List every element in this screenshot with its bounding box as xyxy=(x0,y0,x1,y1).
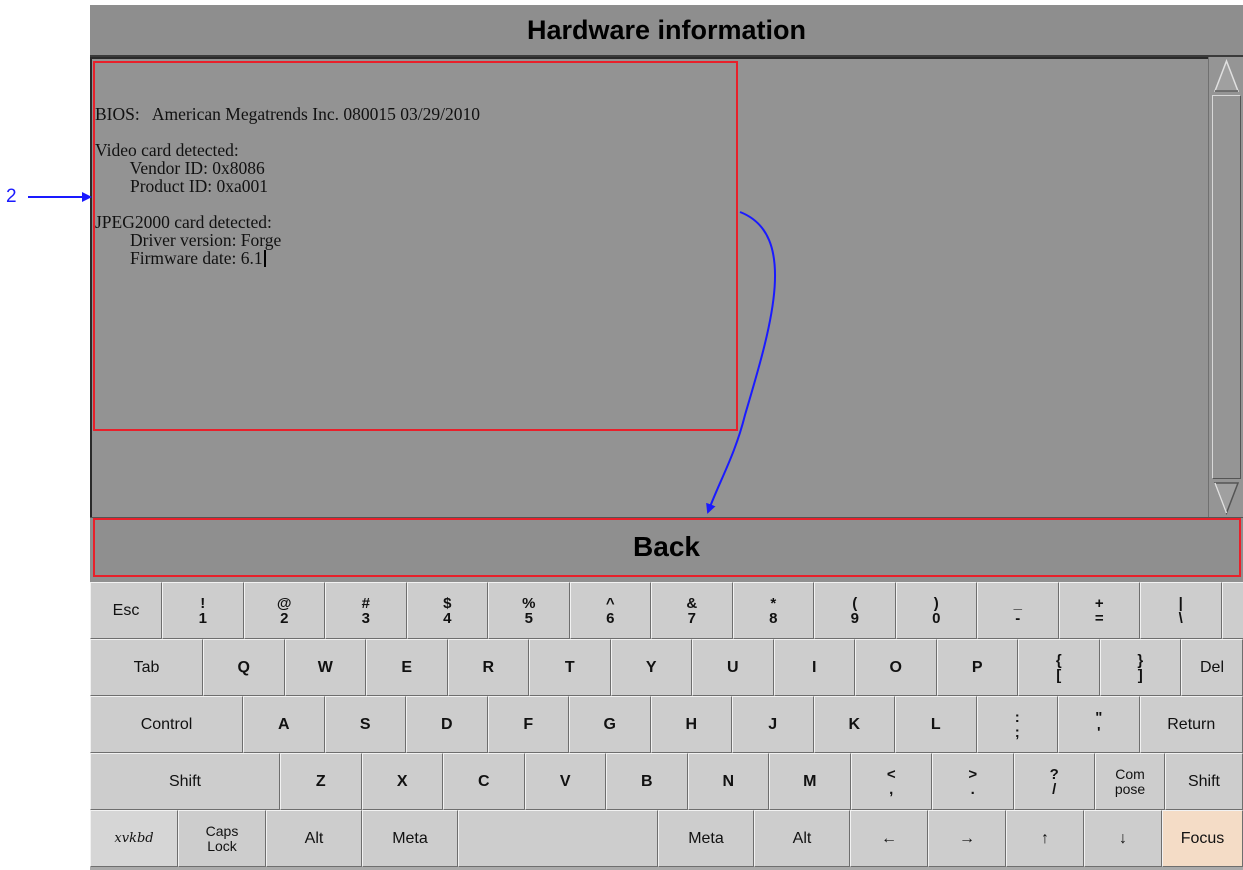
flow-arrow-icon xyxy=(706,211,777,514)
annotation-overlay xyxy=(28,192,777,514)
